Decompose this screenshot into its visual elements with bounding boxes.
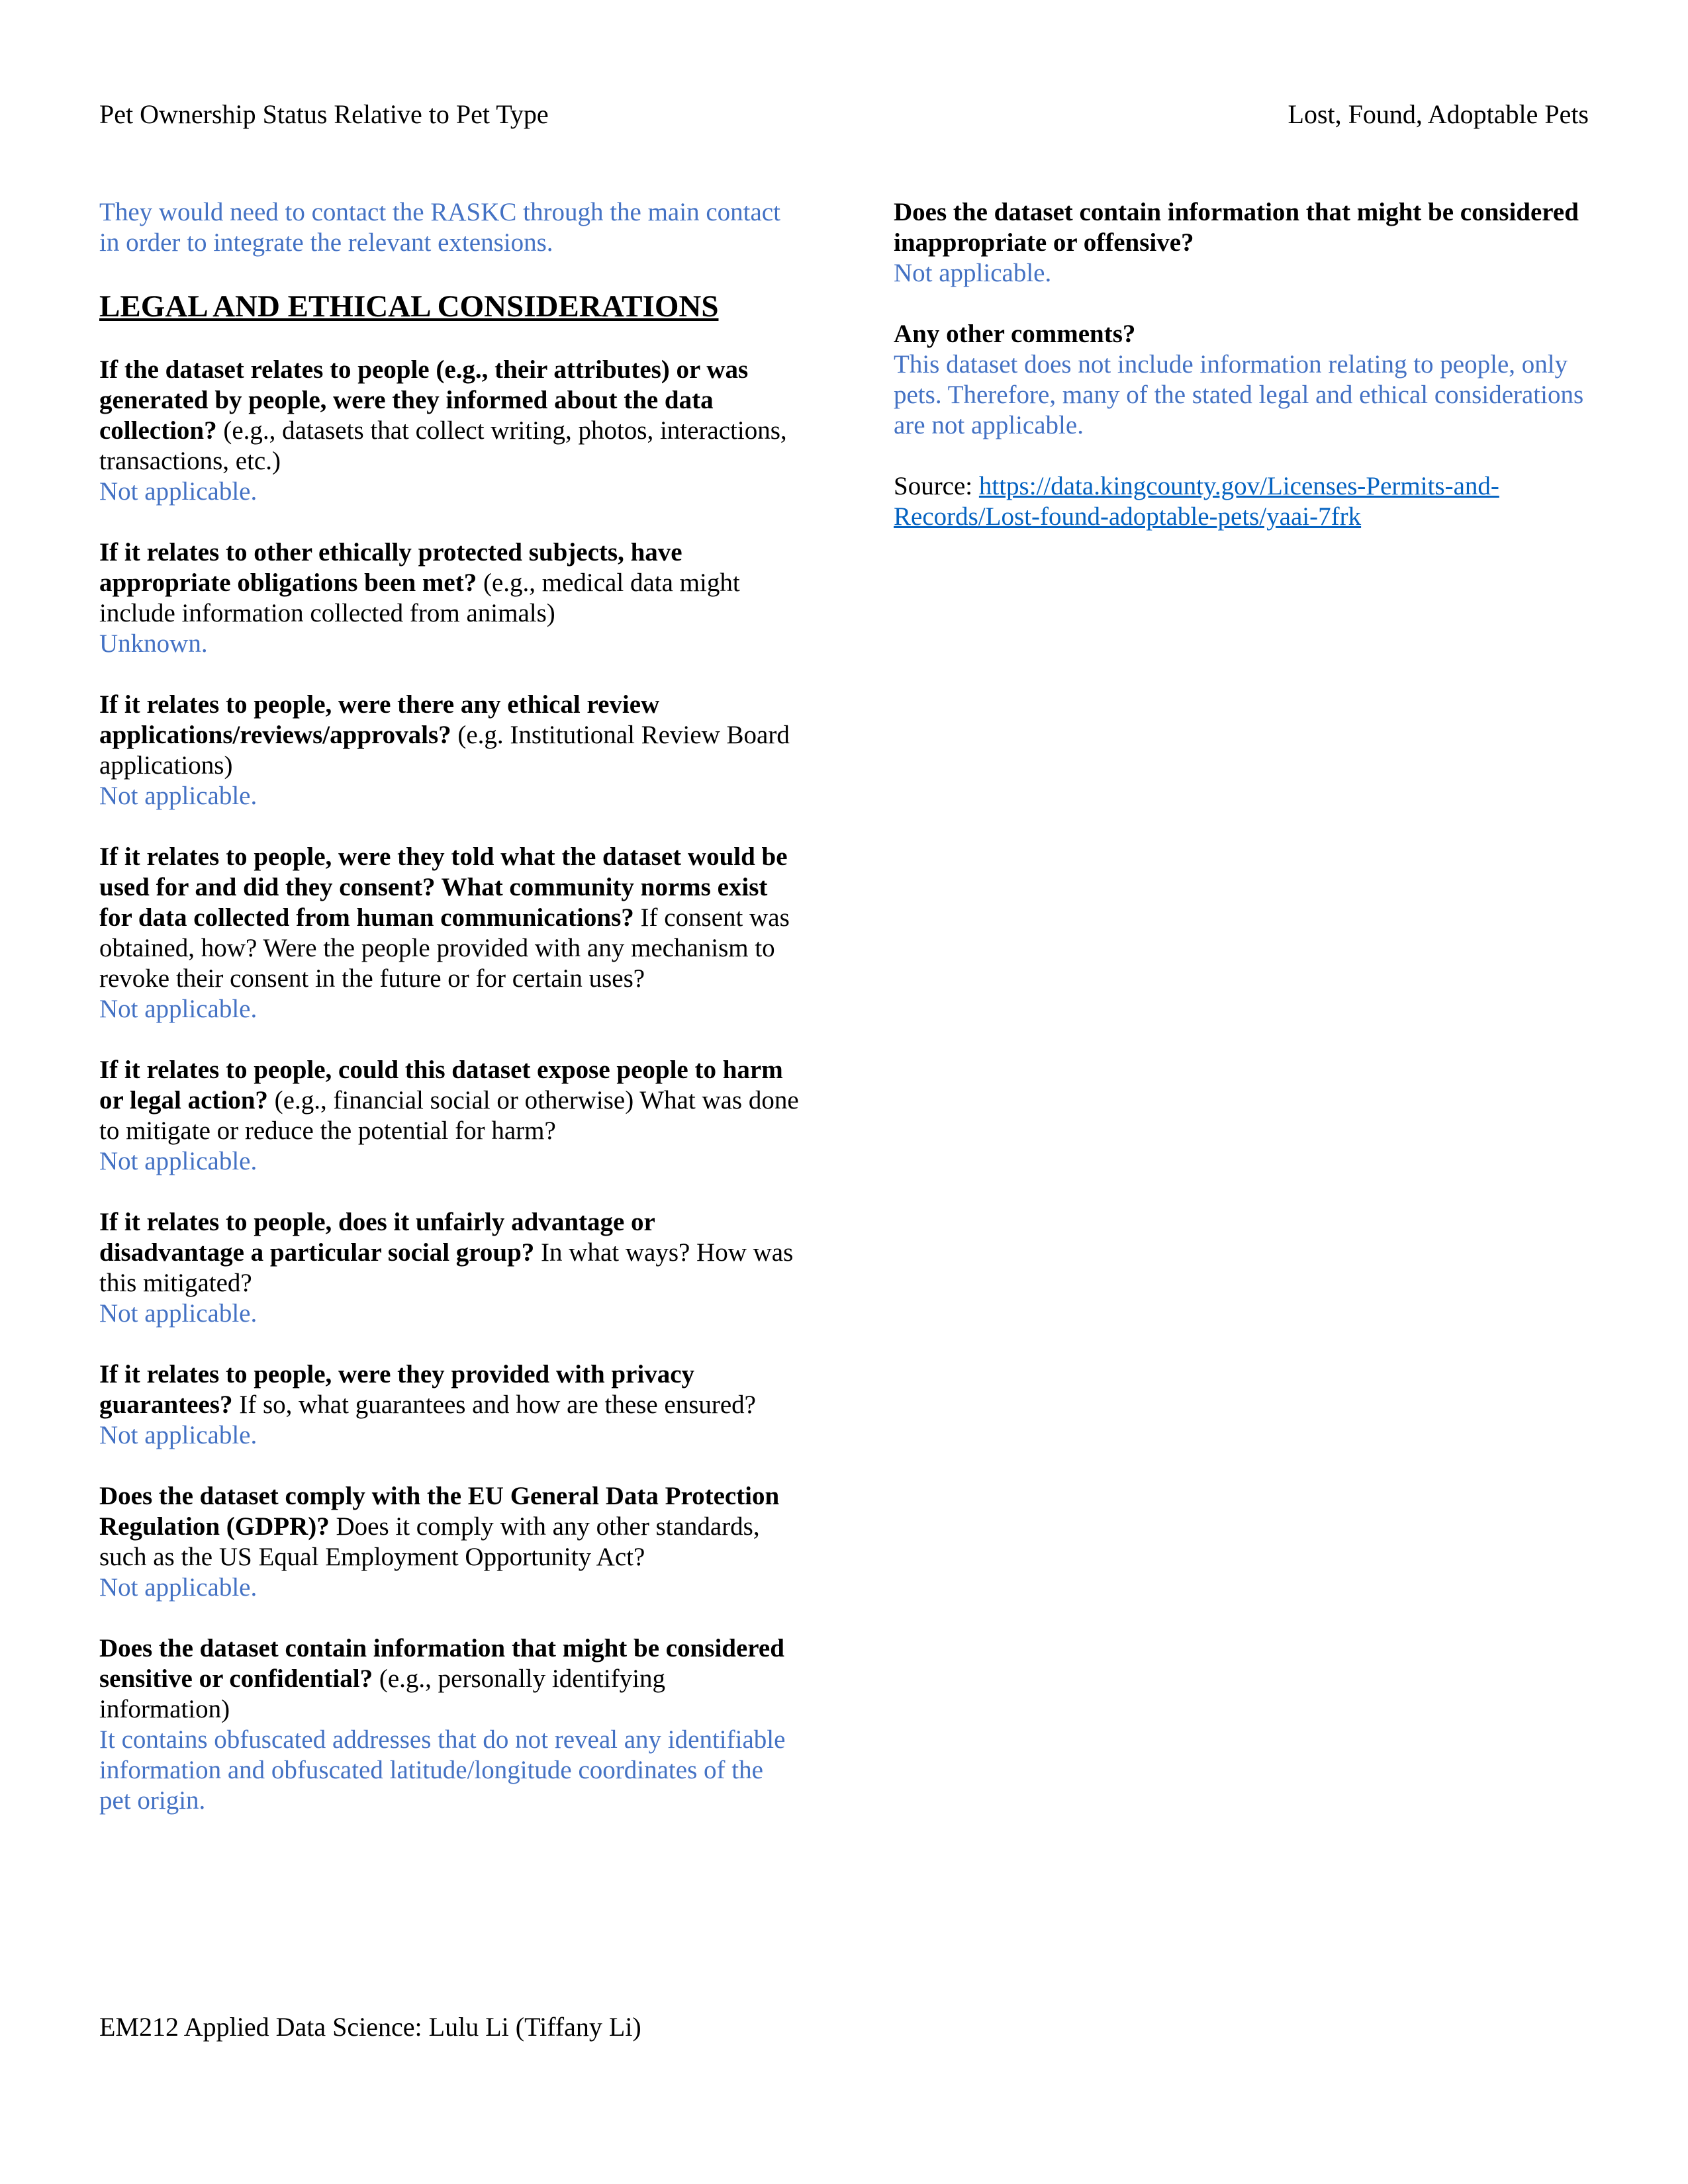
header-title-left: Pet Ownership Status Relative to Pet Typ… [99, 99, 549, 129]
answer-text: Not applicable. [99, 477, 258, 506]
answer-text: This dataset does not include informatio… [894, 350, 1584, 439]
question-text: If it relates to people, were there any … [99, 690, 801, 781]
right-question-list: Does the dataset contain information tha… [894, 197, 1595, 441]
question-text: If it relates to people, were they provi… [99, 1359, 801, 1420]
question-block: If it relates to people, were they provi… [99, 1359, 801, 1451]
question-block: Does the dataset comply with the EU Gene… [99, 1481, 801, 1603]
section-heading: LEGAL AND ETHICAL CONSIDERATIONS [99, 289, 719, 324]
question-text: Does the dataset contain information tha… [99, 1633, 801, 1725]
question-text: Does the dataset contain information tha… [894, 197, 1595, 258]
left-column: They would need to contact the RASKC thr… [99, 197, 801, 1846]
question-block: If it relates to people, were there any … [99, 690, 801, 811]
question-bold: Any other comments? [894, 320, 1136, 348]
question-text: If it relates to people, could this data… [99, 1055, 801, 1146]
question-text: Does the dataset comply with the EU Gene… [99, 1481, 801, 1572]
source-line: Source: https://data.kingcounty.gov/Lice… [894, 471, 1595, 532]
question-text: If it relates to people, does it unfairl… [99, 1207, 801, 1298]
question-detail: If so, what guarantees and how are these… [232, 1390, 756, 1419]
answer-text: Not applicable. [99, 1573, 258, 1602]
question-text: If the dataset relates to people (e.g., … [99, 355, 801, 477]
question-block: If it relates to people, could this data… [99, 1055, 801, 1177]
source-label: Source: [894, 472, 979, 500]
intro-answer: They would need to contact the RASKC thr… [99, 198, 780, 257]
question-bold: Does the dataset contain information tha… [894, 198, 1579, 257]
source-link[interactable]: https://data.kingcounty.gov/Licenses-Per… [894, 472, 1499, 531]
question-block: If it relates to people, does it unfairl… [99, 1207, 801, 1329]
answer-text: Not applicable. [99, 995, 258, 1023]
answer-text: Not applicable. [99, 782, 258, 810]
question-block: Does the dataset contain information tha… [894, 197, 1595, 289]
question-block: If it relates to people, were they told … [99, 842, 801, 1024]
question-block: Does the dataset contain information tha… [99, 1633, 801, 1816]
header-title-right: Lost, Found, Adoptable Pets [1288, 99, 1589, 129]
question-block: Any other comments? This dataset does not… [894, 319, 1595, 441]
answer-text: Not applicable. [99, 1299, 258, 1328]
question-text: Any other comments? [894, 319, 1595, 349]
left-question-list: If the dataset relates to people (e.g., … [99, 355, 801, 1816]
answer-text: Unknown. [99, 629, 208, 658]
question-block: If it relates to other ethically protect… [99, 537, 801, 659]
answer-text: It contains obfuscated addresses that do… [99, 1725, 786, 1815]
page-footer: EM212 Applied Data Science: Lulu Li (Tif… [99, 2012, 641, 2042]
question-block: If the dataset relates to people (e.g., … [99, 355, 801, 507]
question-text: If it relates to people, were they told … [99, 842, 801, 994]
question-text: If it relates to other ethically protect… [99, 537, 801, 629]
right-column: Does the dataset contain information tha… [894, 197, 1595, 532]
answer-text: Not applicable. [99, 1147, 258, 1175]
answer-text: Not applicable. [894, 259, 1052, 287]
answer-text: Not applicable. [99, 1421, 258, 1449]
